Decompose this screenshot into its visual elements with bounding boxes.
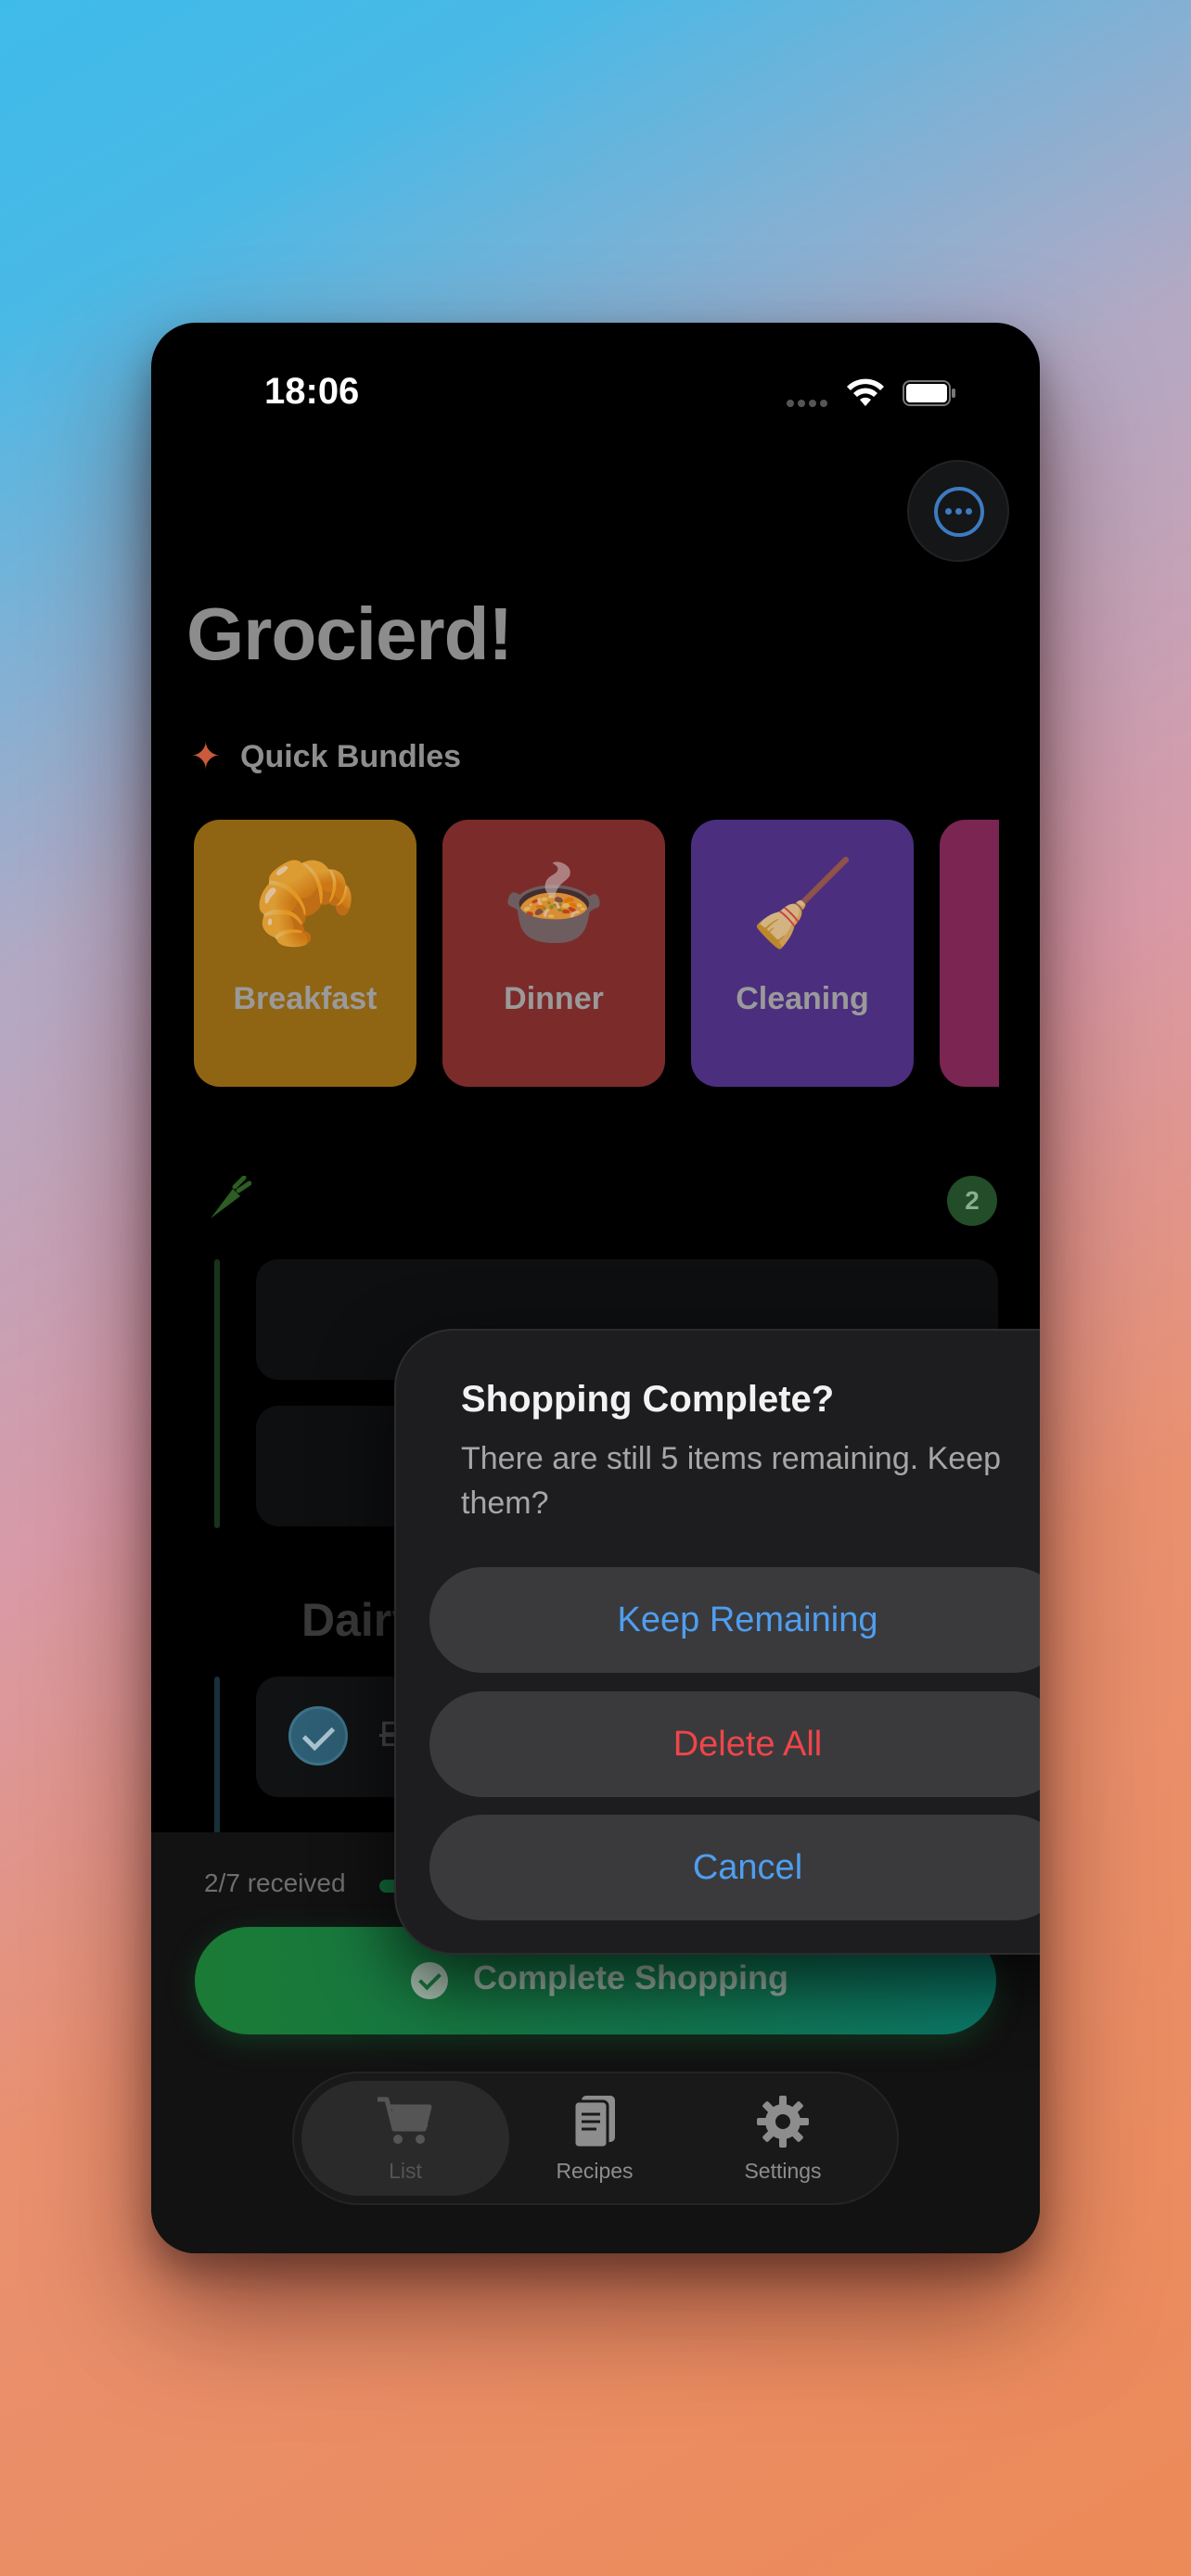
- bundle-label: Breakfast: [233, 981, 378, 1016]
- bundle-tile-cleaning[interactable]: 🧹 Cleaning: [691, 820, 914, 1087]
- status-time: 18:06: [264, 371, 360, 412]
- tab-label: List: [389, 2159, 422, 2183]
- bundle-label: Cleaning: [736, 981, 869, 1016]
- cancel-button[interactable]: Cancel: [429, 1815, 1040, 1920]
- phone-screen: 18:06 Grocierd! ✦ Quick Bundles 🥐 Breakf…: [151, 323, 1040, 2253]
- bundle-label: Dinner: [504, 981, 604, 1016]
- delete-all-button[interactable]: Delete All: [429, 1691, 1040, 1797]
- bundle-carousel[interactable]: 🥐 Breakfast 🍲 Dinner 🧹 Cleaning: [194, 820, 999, 1087]
- wifi-icon: [847, 378, 884, 406]
- battery-icon: [903, 380, 955, 406]
- ellipsis-icon: [934, 487, 984, 537]
- bundle-tile-dinner[interactable]: 🍲 Dinner: [442, 820, 665, 1087]
- tab-recipes[interactable]: Recipes: [491, 2081, 698, 2196]
- checkmark-icon[interactable]: [288, 1706, 348, 1766]
- sparkle-icon: ✦: [190, 736, 222, 777]
- signal-icon: [787, 395, 831, 407]
- page-title: Grocierd!: [186, 593, 513, 675]
- more-options-button[interactable]: [907, 460, 1009, 562]
- croissant-icon: 🥐: [252, 858, 358, 950]
- book-icon: [491, 2094, 698, 2149]
- complete-shopping-label: Complete Shopping: [473, 1958, 788, 1996]
- dialog-message: There are still 5 items remaining. Keep …: [461, 1441, 1002, 1521]
- tab-list[interactable]: List: [301, 2081, 509, 2196]
- cart-icon: [301, 2094, 509, 2149]
- quick-bundles-header: ✦ Quick Bundles: [190, 736, 462, 777]
- carrot-icon: [205, 1175, 252, 1222]
- coffee-cup-icon: ☕: [207, 1587, 257, 1649]
- quick-bundles-label: Quick Bundles: [240, 738, 462, 774]
- progress-text: 2/7 received: [204, 1868, 346, 1897]
- tab-label: Settings: [744, 2159, 822, 2183]
- category-rail: [214, 1259, 220, 1528]
- broom-icon: 🧹: [749, 858, 855, 950]
- gear-icon: [679, 2094, 887, 2149]
- shopping-complete-dialog: Shopping Complete? There are still 5 ite…: [394, 1329, 1040, 1955]
- dialog-title: Shopping Complete?: [461, 1379, 835, 1420]
- pot-of-food-icon: 🍲: [501, 858, 607, 950]
- tab-label: Recipes: [556, 2159, 634, 2183]
- bundle-tile-breakfast[interactable]: 🥐 Breakfast: [194, 820, 416, 1087]
- category-count-badge: 2: [947, 1176, 997, 1226]
- tab-bar: List Recipes Settings: [292, 2072, 899, 2205]
- keep-remaining-button[interactable]: Keep Remaining: [429, 1567, 1040, 1673]
- checkmark-circle-icon: [411, 1962, 448, 1999]
- tab-settings[interactable]: Settings: [679, 2081, 887, 2196]
- bundle-tile-partial[interactable]: [940, 820, 999, 1087]
